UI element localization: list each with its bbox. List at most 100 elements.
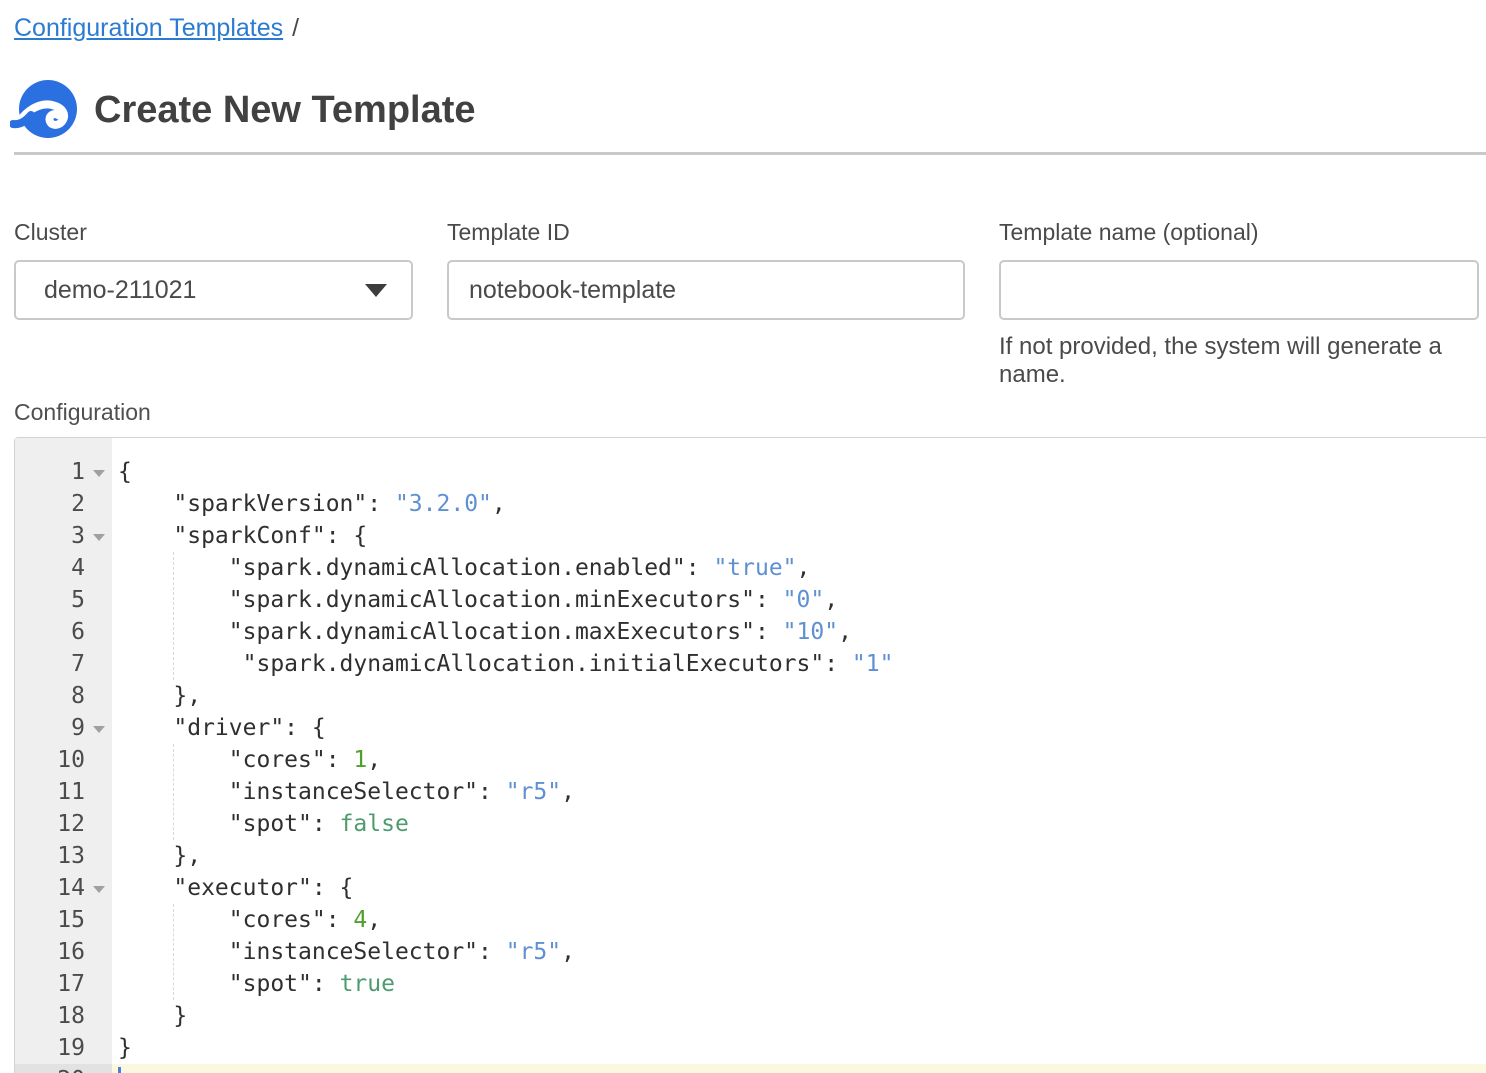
line-number: 4 [15,552,112,584]
line-number: 6 [15,616,112,648]
code-token: "instanceSelector": [118,779,506,805]
gutter-row: 2 [15,488,112,520]
gutter-row: 5 [15,584,112,616]
code-token: , [561,779,575,805]
code-line[interactable]: "spot": false [112,808,1486,840]
code-token: , [492,491,506,517]
code-line[interactable]: "instanceSelector": "r5", [112,776,1486,808]
code-token: "driver": { [118,715,326,741]
header-divider [14,152,1486,155]
gutter-row: 6 [15,616,112,648]
gutter-row: 10 [15,744,112,776]
code-token: "spark.dynamicAllocation.enabled": [118,555,713,581]
code-token: "instanceSelector": [118,939,506,965]
code-token: } [118,1035,132,1061]
line-number: 16 [15,936,112,968]
line-number: 10 [15,744,112,776]
code-line[interactable]: "spark.dynamicAllocation.maxExecutors": … [112,616,1486,648]
line-number: 13 [15,840,112,872]
code-token: "spark.dynamicAllocation.maxExecutors": [118,619,783,645]
code-token: "spark.dynamicAllocation.initialExecutor… [118,651,852,677]
line-number: 20 [15,1064,112,1073]
code-line[interactable]: "spot": true [112,968,1486,1000]
code-token: "r5" [506,939,561,965]
code-line[interactable]: "instanceSelector": "r5", [112,936,1486,968]
editor-gutter: 1234567891011121314151617181920 [15,438,112,1073]
template-name-input[interactable] [999,260,1479,320]
app-wave-logo-icon [10,78,78,142]
template-id-label: Template ID [447,218,965,246]
code-line[interactable]: } [112,1032,1486,1064]
line-number: 19 [15,1032,112,1064]
line-number: 2 [15,488,112,520]
code-token: "sparkVersion": [118,491,395,517]
text-cursor [118,1067,121,1073]
code-token: "executor": { [118,875,353,901]
code-token: "0" [783,587,825,613]
code-line[interactable]: "spark.dynamicAllocation.enabled": "true… [112,552,1486,584]
gutter-row: 15 [15,904,112,936]
gutter-row: 16 [15,936,112,968]
code-token: "cores": [118,747,353,773]
chevron-down-icon [365,284,387,297]
code-token: , [838,619,852,645]
code-token: 4 [353,907,367,933]
fold-arrow-icon[interactable] [93,886,105,893]
gutter-row: 8 [15,680,112,712]
gutter-row: 1 [15,456,112,488]
cluster-select[interactable]: demo-211021 [14,260,413,320]
gutter-row: 17 [15,968,112,1000]
code-token: , [367,747,381,773]
code-token: "sparkConf": { [118,523,367,549]
code-line[interactable]: }, [112,680,1486,712]
code-token: "spot": [118,971,340,997]
indent-guide [173,552,174,680]
gutter-row: 4 [15,552,112,584]
configuration-code-editor[interactable]: 1234567891011121314151617181920 { "spark… [14,437,1486,1073]
breadcrumb: Configuration Templates / [14,12,299,44]
code-line[interactable] [112,1064,1486,1073]
gutter-row: 9 [15,712,112,744]
line-number: 5 [15,584,112,616]
breadcrumb-separator: / [292,14,299,42]
fold-arrow-icon[interactable] [93,726,105,733]
code-token: "r5" [506,779,561,805]
code-token: , [797,555,811,581]
gutter-row: 3 [15,520,112,552]
cluster-label: Cluster [14,218,413,246]
code-token: , [561,939,575,965]
code-line[interactable]: "cores": 1, [112,744,1486,776]
indent-guide [173,904,174,1000]
code-line[interactable]: "driver": { [112,712,1486,744]
line-number: 17 [15,968,112,1000]
fold-arrow-icon[interactable] [93,470,105,477]
page-header: Create New Template [10,78,476,142]
code-line[interactable]: "sparkConf": { [112,520,1486,552]
template-name-helper-text: If not provided, the system will generat… [999,333,1479,389]
gutter-row: 19 [15,1032,112,1064]
template-name-label: Template name (optional) [999,218,1479,246]
template-id-input[interactable] [447,260,965,320]
gutter-row: 20 [15,1064,112,1073]
code-line[interactable]: "spark.dynamicAllocation.minExecutors": … [112,584,1486,616]
code-token: } [118,1003,187,1029]
template-id-field-group: Template ID [447,218,965,320]
code-line[interactable]: "executor": { [112,872,1486,904]
breadcrumb-link-configuration-templates[interactable]: Configuration Templates [14,14,283,42]
line-number: 11 [15,776,112,808]
code-line[interactable]: "cores": 4, [112,904,1486,936]
code-line[interactable]: } [112,1000,1486,1032]
code-line[interactable]: "spark.dynamicAllocation.initialExecutor… [112,648,1486,680]
code-line[interactable]: { [112,456,1486,488]
code-token: "1" [852,651,894,677]
fold-arrow-icon[interactable] [93,534,105,541]
configuration-label: Configuration [14,399,151,426]
gutter-row: 13 [15,840,112,872]
code-token: "spark.dynamicAllocation.minExecutors": [118,587,783,613]
code-line[interactable]: }, [112,840,1486,872]
gutter-row: 12 [15,808,112,840]
line-number: 8 [15,680,112,712]
code-line[interactable]: "sparkVersion": "3.2.0", [112,488,1486,520]
editor-code-area[interactable]: { "sparkVersion": "3.2.0", "sparkConf": … [112,438,1486,1073]
gutter-row: 11 [15,776,112,808]
